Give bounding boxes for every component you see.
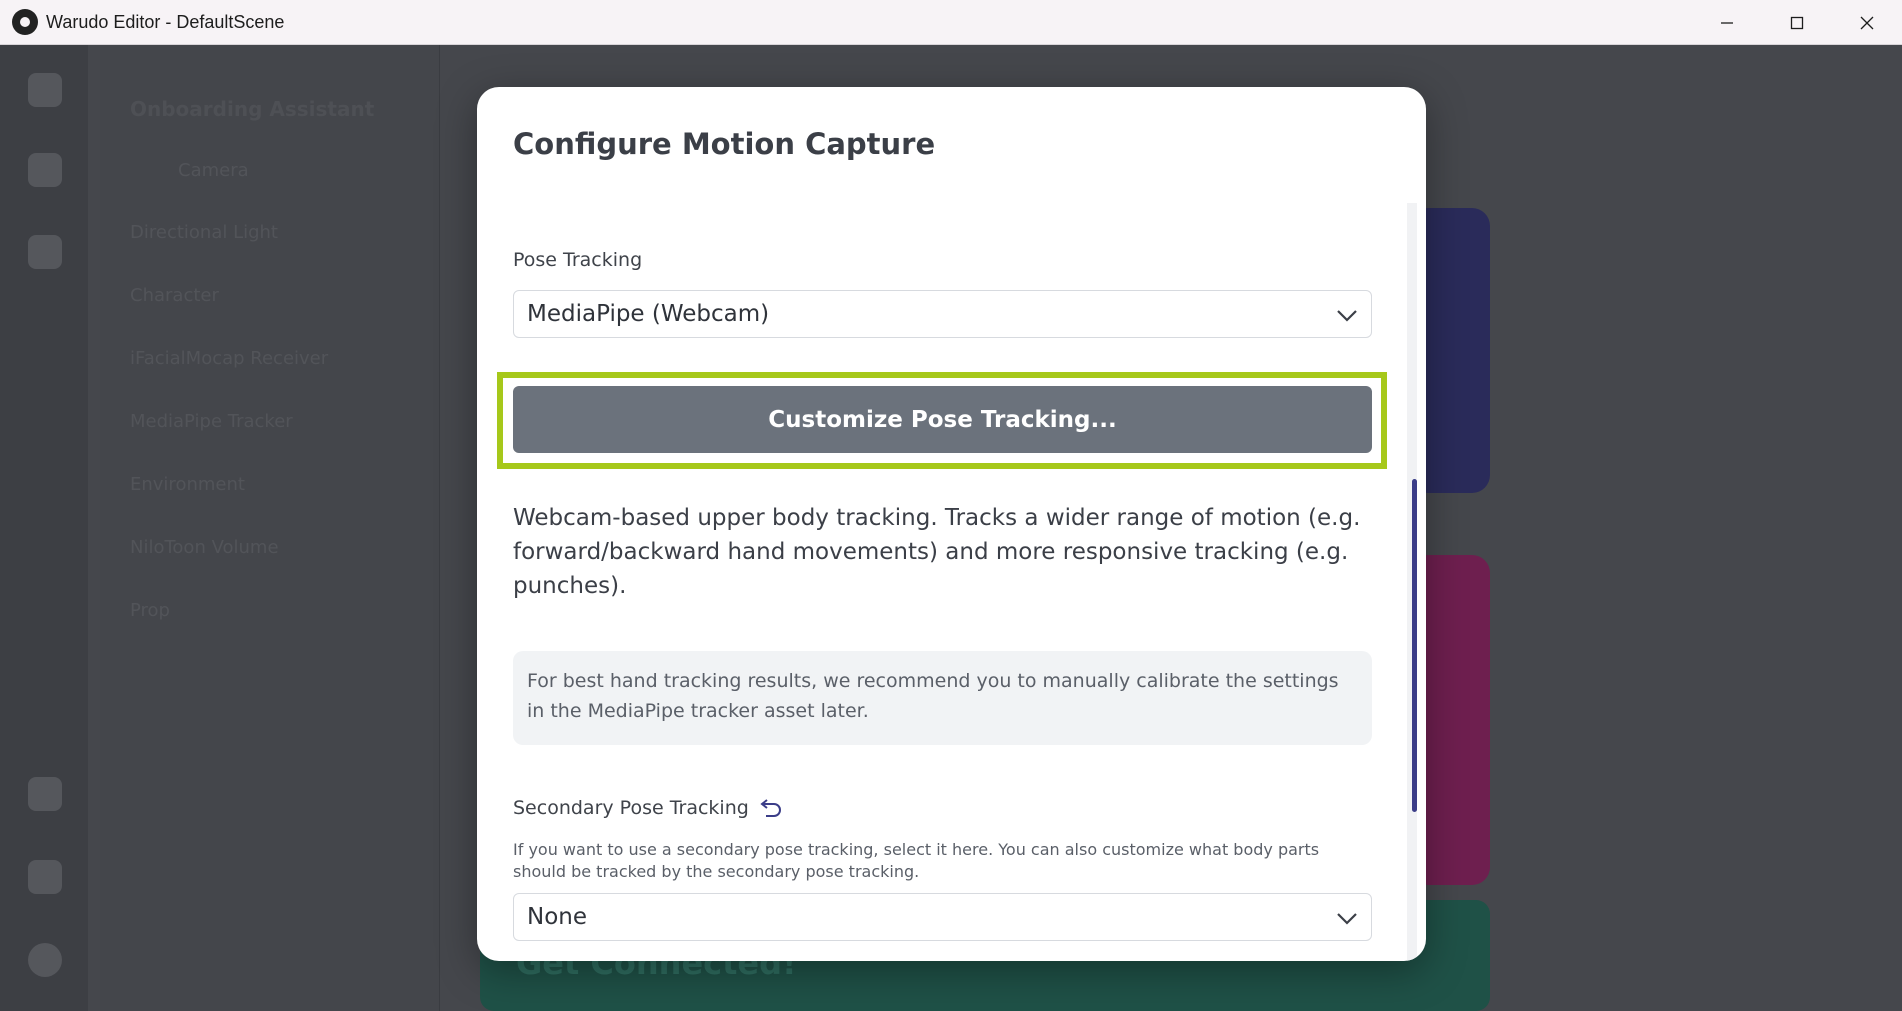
maximize-button[interactable]: [1762, 0, 1832, 45]
secondary-pose-tracking-value: None: [527, 904, 588, 930]
settings-icon[interactable]: [28, 943, 62, 977]
sidebar-item-prop[interactable]: Prop: [130, 600, 170, 621]
calibration-info-box: For best hand tracking results, we recom…: [513, 651, 1372, 745]
dialog-title: Configure Motion Capture: [513, 127, 936, 161]
close-icon: [1860, 16, 1874, 29]
left-rail: [0, 45, 88, 1011]
sidebar-item-mediapipe[interactable]: MediaPipe Tracker: [130, 411, 293, 432]
warudo-logo-icon: [12, 9, 38, 35]
maximize-icon: [1790, 16, 1804, 29]
window-title: Warudo Editor - DefaultScene: [46, 11, 285, 32]
chevron-down-icon: [1337, 310, 1357, 322]
secondary-pose-tracking-label-row: Secondary Pose Tracking: [513, 797, 783, 819]
reset-icon[interactable]: [759, 797, 783, 819]
hierarchy-icon[interactable]: [28, 153, 62, 187]
calibration-info-text: For best hand tracking results, we recom…: [527, 670, 1339, 722]
blueprint-icon[interactable]: [28, 235, 62, 269]
sidebar-heading: Onboarding Assistant: [130, 97, 375, 121]
secondary-pose-tracking-label: Secondary Pose Tracking: [513, 797, 749, 819]
plugin-icon[interactable]: [28, 777, 62, 811]
sidebar-item-nilotoon[interactable]: NiloToon Volume: [130, 537, 279, 558]
secondary-pose-tracking-select[interactable]: None: [513, 893, 1372, 941]
close-button[interactable]: [1832, 0, 1902, 45]
configure-motion-capture-dialog: Configure Motion Capture Pose Tracking M…: [477, 87, 1426, 961]
sidebar-item-ifacialmocap[interactable]: iFacialMocap Receiver: [130, 348, 328, 369]
pose-tracking-label: Pose Tracking: [513, 249, 643, 271]
asset-sidebar: Onboarding Assistant Camera Directional …: [100, 45, 440, 1011]
scrollbar-thumb[interactable]: [1412, 479, 1417, 812]
window-controls: [1692, 0, 1902, 45]
secondary-pose-tracking-help: If you want to use a secondary pose trac…: [513, 840, 1320, 881]
customize-pose-tracking-button[interactable]: Customize Pose Tracking...: [513, 386, 1372, 453]
discord-icon[interactable]: [28, 860, 62, 894]
sidebar-item-character[interactable]: Character: [130, 285, 219, 306]
sidebar-item-directional-light[interactable]: Directional Light: [130, 222, 278, 243]
title-bar: Warudo Editor - DefaultScene: [0, 0, 1902, 45]
chevron-down-icon: [1337, 913, 1357, 925]
sidebar-item-camera[interactable]: Camera: [178, 160, 249, 181]
sidebar-item-environment[interactable]: Environment: [130, 474, 245, 495]
minimize-button[interactable]: [1692, 0, 1762, 45]
pose-tracking-description: Webcam-based upper body tracking. Tracks…: [513, 505, 1361, 599]
pose-tracking-value: MediaPipe (Webcam): [527, 301, 770, 327]
scene-icon[interactable]: [28, 73, 62, 107]
pose-tracking-select[interactable]: MediaPipe (Webcam): [513, 290, 1372, 338]
minimize-icon: [1721, 21, 1733, 24]
